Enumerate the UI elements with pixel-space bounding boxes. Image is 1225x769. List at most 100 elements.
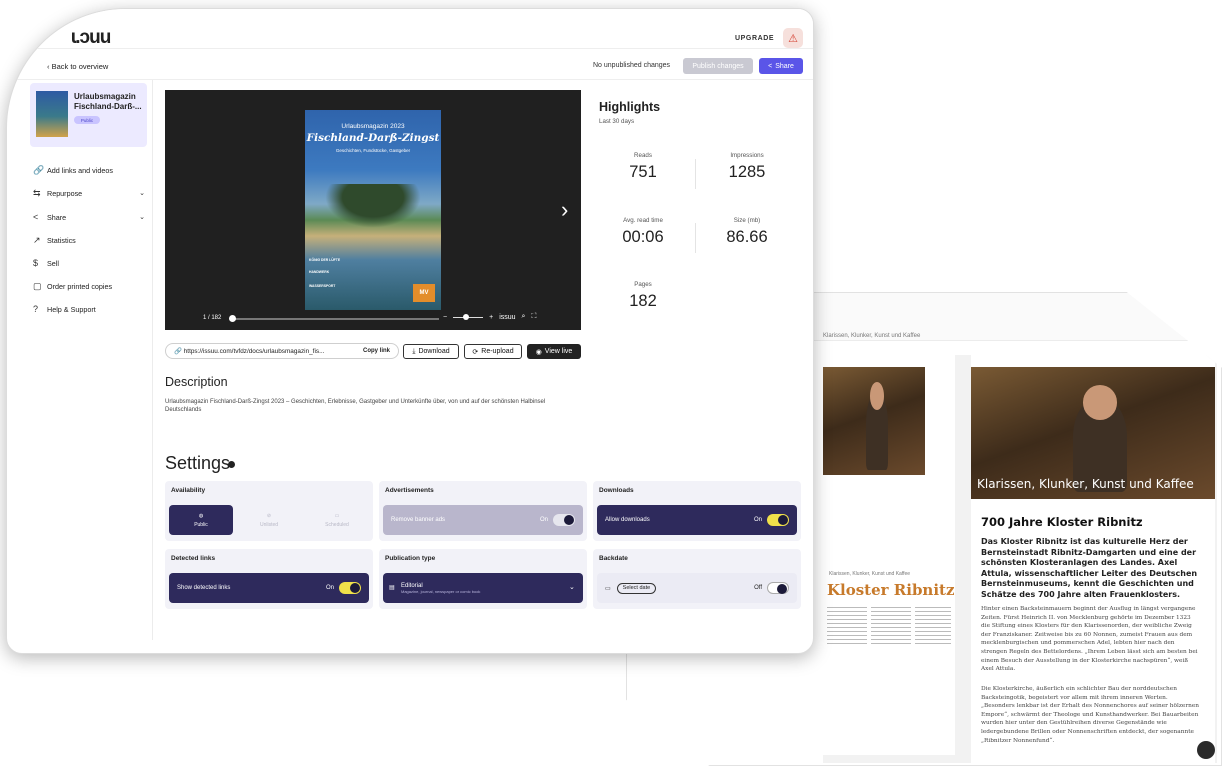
availability-unlisted[interactable]: ⊘ Unlisted [237,505,301,535]
upgrade-link[interactable]: UPGRADE [735,35,774,42]
stat-value: 751 [629,163,657,181]
show-links-toggle[interactable]: On [326,582,361,594]
chevron-down-icon[interactable]: ⌄ [569,583,575,591]
stat-impressions: Impressions 1285 [697,152,797,182]
description-text[interactable]: Urlaubsmagazin Fischland-Darß-Zingst 202… [165,398,565,415]
repurpose-icon: ⇆ [33,187,41,198]
left-page-title: Kloster Ribnitz [827,581,955,599]
stat-label: Impressions [730,152,764,159]
stat-label: Avg. read time [623,217,663,224]
article-title: 700 Jahre Kloster Ribnitz [981,515,1143,529]
publication-card[interactable]: Urlaubsmagazin Fischland-Darß-... Public [30,83,147,147]
stat-divider [695,159,696,189]
publish-changes-button[interactable]: Publish changes [683,58,753,74]
sidebar-item[interactable]: ▢ Order printed copies [33,277,145,295]
scrubber-handle[interactable] [229,315,236,322]
stat-value: 86.66 [726,228,768,246]
stat-value: 00:06 [622,228,664,246]
download-button[interactable]: ⤓ Download [403,344,459,359]
toggle-switch[interactable] [767,582,789,594]
sidebar-item[interactable]: $ Sell [33,254,145,272]
panel-title: Detected links [171,555,216,562]
settings-heading: Settings [165,453,231,473]
reader-action-button[interactable] [1197,741,1215,759]
cover-logo: MV [413,284,435,302]
reader-page-right: Klarissen, Klunker, Kunst und Kaffee 700… [971,355,1215,763]
stat-value: 182 [629,292,657,310]
cover-image: Urlaubsmagazin 2023 Fischland-Darß-Zings… [305,110,441,310]
publication-title: Urlaubsmagazin Fischland-Darß-... [74,92,142,111]
search-icon[interactable]: ⌕ [522,313,526,321]
toggle-switch[interactable] [767,514,789,526]
stat-label: Size (mb) [733,217,761,224]
share-button[interactable]: < Share [759,58,803,74]
cover-title: Fischland-Darß-Zingst [306,132,440,144]
backdate-toggle[interactable]: Off [754,582,789,594]
availability-scheduled[interactable]: ▭ Scheduled [305,505,369,535]
sidebar-item[interactable]: ? Help & Support [33,300,145,318]
remove-ads-toggle[interactable]: On [540,514,575,526]
zoom-out-icon[interactable]: − [443,314,447,321]
toggle-switch[interactable] [339,582,361,594]
toggle-state: On [325,585,334,591]
reader-breadcrumb: Klarissen, Klunker, Kunst und Kaffee [823,333,921,339]
next-page-icon[interactable]: › [561,197,568,223]
document-url: https://issuu.com/tvfdz/docs/urlaubsmaga… [183,347,325,355]
downloads-panel: Downloads Allow downloads On [593,481,801,541]
sidebar-item[interactable]: ↗ Statistics [33,231,145,249]
chevron-down-icon[interactable]: ⌄ [139,189,145,197]
sidebar-item-label: Repurpose [47,188,83,198]
status-badge: Public [74,116,100,124]
publication-type-select[interactable]: Editorial Magazine, journal, newspaper o… [383,573,583,603]
priest-photo-left [823,367,925,475]
sidebar-item[interactable]: 🔗 Add links and videos [33,161,145,179]
info-icon[interactable] [228,461,235,468]
document-url-field[interactable]: 🔗 https://issuu.com/tvfdz/docs/urlaubsma… [165,343,399,359]
toggle-state: On [753,517,762,523]
fullscreen-icon[interactable]: ⛶ [531,313,536,321]
zoom-slider[interactable] [453,313,484,320]
share-icon: < [768,62,773,70]
panel-title: Availability [171,487,206,494]
select-date-button[interactable]: Select date [616,582,657,594]
reupload-label: Re-upload [481,348,514,355]
description-heading: Description [165,375,228,389]
back-to-overview-link[interactable]: ‹ Back to overview [47,62,108,71]
advertisements-panel: Advertisements Remove banner ads On [379,481,587,541]
copy-link-button[interactable]: Copy link [363,348,390,354]
download-label: Download [418,348,450,355]
calendar-icon: ▭ [605,585,611,592]
issuu-logo[interactable]: ɩ.ɔuu [71,27,111,49]
availability-public[interactable]: ◍ Public [169,505,233,535]
stat-label: Pages [634,281,652,288]
backdate-panel: Backdate ▭ Select date Off [593,549,801,609]
save-status: No unpublished changes [593,62,671,69]
row-label: Allow downloads [605,517,650,523]
option-label: Unlisted [259,521,279,528]
allow-downloads-row: Allow downloads On [597,505,797,535]
sidebar-item[interactable]: ⇆ Repurpose ⌄ [33,184,145,202]
globe-icon: ◍ [198,512,204,519]
text-column [915,607,951,647]
cover-trees [325,184,421,228]
document-icon: ▤ [389,585,395,591]
document-viewer[interactable]: Urlaubsmagazin 2023 Fischland-Darß-Zings… [165,90,581,330]
toggle-switch[interactable] [553,514,575,526]
view-live-button[interactable]: ◉ View live [527,344,581,359]
panel-title: Backdate [599,555,628,562]
page-indicator: 1 / 182 [203,315,222,321]
cover-blurb: KÖNIG DER LÜFTE [309,258,341,262]
availability-panel: Availability ◍ Public ⊘ Unlisted ▭ Schedule… [165,481,373,541]
sidebar-item[interactable]: < Share ⌄ [33,208,145,226]
row-label: Remove banner ads [391,517,446,523]
avatar[interactable]: ⚠ [783,28,803,48]
viewer-controls: − + issuu ⌕ ⛶ [443,313,583,321]
allow-downloads-toggle[interactable]: On [754,514,789,526]
sidebar-item-label: Sell [47,258,59,268]
page-scrubber[interactable] [231,318,439,320]
print-icon: ▢ [33,280,42,291]
zoom-in-icon[interactable]: + [489,314,493,321]
reupload-button[interactable]: ⟳ Re-upload [464,344,522,359]
row-label: Show detected links [177,585,231,591]
chevron-down-icon[interactable]: ⌄ [139,213,145,221]
